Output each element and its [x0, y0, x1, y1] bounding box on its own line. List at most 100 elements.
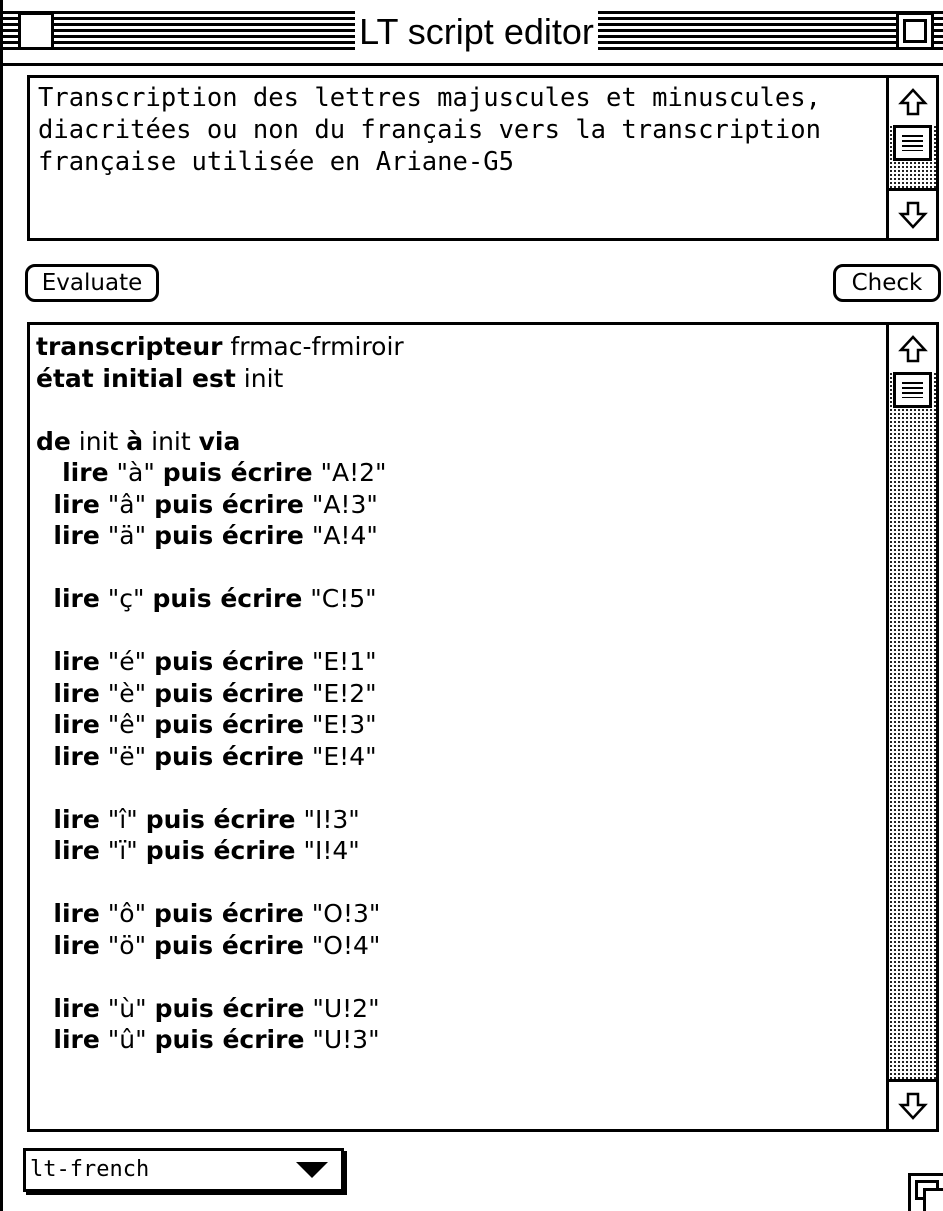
code-keyword: lire — [36, 899, 100, 928]
triangle-down-icon — [296, 1162, 328, 1178]
code-text-segment: "ä" — [99, 521, 155, 550]
scroll-thumb[interactable] — [893, 372, 932, 408]
script-code-area[interactable]: transcripteur frmac-frmiroir état initial… — [27, 322, 939, 1132]
code-text-segment: frmac-frmiroir — [222, 332, 404, 361]
code-line: lire "é" puis écrire "E!1" — [36, 646, 886, 678]
down-arrow-icon — [897, 201, 928, 229]
down-arrow-icon — [897, 1092, 928, 1120]
code-keyword: puis écrire — [154, 1025, 305, 1054]
code-text-segment: "E!4" — [303, 741, 377, 771]
code-text-segment: "ï" — [99, 836, 146, 865]
code-keyword: puis écrire — [145, 804, 296, 834]
up-arrow-icon — [897, 87, 928, 115]
code-keyword: puis écrire — [154, 993, 305, 1023]
code-keyword: lire — [36, 930, 100, 960]
code-line: lire "ù" puis écrire "U!2" — [36, 993, 886, 1025]
code-text-segment: "A!4" — [303, 521, 378, 550]
code-text-segment: "A!3" — [303, 489, 378, 519]
zoom-box-icon[interactable] — [896, 12, 934, 50]
code-keyword: puis écrire — [154, 710, 304, 739]
description-text-area[interactable]: Transcription des lettres majuscules et … — [27, 75, 939, 241]
code-text-segment: "é" — [99, 647, 155, 676]
check-button[interactable]: Check — [833, 264, 941, 302]
code-line: transcripteur frmac-frmiroir — [36, 331, 886, 363]
code-keyword: lire — [36, 458, 109, 487]
code-keyword: lire — [36, 804, 100, 834]
code-text-segment: init — [143, 426, 199, 456]
code-keyword: lire — [36, 584, 100, 613]
code-text-segment: "û" — [99, 1025, 155, 1054]
code-text-segment: "O!4" — [303, 930, 381, 960]
code-text-segment: "E!2" — [303, 678, 377, 708]
code-keyword: puis écrire — [154, 521, 304, 550]
code-keyword: lire — [36, 993, 100, 1023]
code-line: lire "ä" puis écrire "A!4" — [36, 520, 886, 552]
code-text-segment: "O!3" — [303, 899, 381, 928]
code-text-segment: "ù" — [99, 993, 155, 1023]
script-code: transcripteur frmac-frmiroir état initial… — [36, 331, 886, 1056]
code-line: lire "ë" puis écrire "E!4" — [36, 741, 886, 773]
code-keyword: puis écrire — [162, 458, 313, 487]
language-popup-menu[interactable]: lt-french — [23, 1148, 344, 1192]
code-text-segment: "ç" — [99, 584, 153, 613]
scroll-up-button[interactable] — [889, 325, 936, 375]
code-text-segment: "ô" — [99, 899, 155, 928]
code-keyword: lire — [36, 647, 100, 676]
code-text-segment: "ê" — [99, 710, 155, 739]
code-keyword: puis écrire — [154, 678, 304, 708]
description-text: Transcription des lettres majuscules et … — [38, 83, 837, 177]
code-text-segment: "E!3" — [303, 710, 377, 739]
scroll-down-button[interactable] — [889, 1079, 936, 1129]
code-keyword: puis écrire — [154, 741, 304, 771]
scroll-track[interactable] — [889, 372, 936, 1082]
code-text-segment: "ë" — [99, 741, 155, 771]
title-bar[interactable]: LT script editor — [3, 0, 943, 66]
script-editor-window: LT script editor Transcription des lettr… — [0, 0, 943, 1211]
code-line: lire "ï" puis écrire "I!4" — [36, 835, 886, 867]
code-keyword: puis écrire — [154, 930, 304, 960]
window-title: LT script editor — [355, 8, 598, 56]
code-keyword: lire — [36, 678, 100, 708]
code-line: lire "â" puis écrire "A!3" — [36, 489, 886, 521]
scroll-up-button[interactable] — [889, 78, 936, 128]
title-bar-stripes-right — [598, 11, 943, 53]
code-text-segment: "C!5" — [302, 584, 377, 613]
code-keyword: puis écrire — [154, 647, 304, 676]
code-line: lire "ç" puis écrire "C!5" — [36, 583, 886, 615]
code-keyword: via — [198, 426, 241, 456]
code-keyword: lire — [36, 1025, 100, 1054]
code-text-segment: "U!3" — [304, 1025, 380, 1054]
code-text-segment: "ö" — [99, 930, 155, 960]
script-scrollbar[interactable] — [886, 325, 936, 1129]
code-keyword: puis écrire — [154, 899, 304, 928]
code-text-segment: init — [235, 363, 284, 393]
scroll-down-button[interactable] — [889, 188, 936, 238]
code-keyword: de — [36, 426, 71, 456]
code-keyword: à — [126, 426, 144, 456]
size-box-icon[interactable] — [908, 1173, 943, 1211]
code-text-segment: init — [70, 426, 127, 456]
code-line: lire "ö" puis écrire "O!4" — [36, 930, 886, 962]
code-keyword: lire — [36, 741, 100, 771]
code-text-segment: "è" — [99, 678, 155, 708]
evaluate-button[interactable]: Evaluate — [25, 264, 159, 302]
code-text-segment: "â" — [99, 489, 155, 519]
scroll-thumb[interactable] — [893, 125, 932, 161]
code-keyword: puis écrire — [152, 584, 303, 613]
title-bar-stripes-left — [3, 11, 355, 53]
description-scrollbar[interactable] — [886, 78, 936, 238]
code-keyword: état initial est — [36, 363, 236, 393]
code-text-segment: "A!2" — [312, 458, 387, 487]
code-text-segment: "î" — [99, 804, 146, 834]
close-box-icon[interactable] — [18, 12, 54, 50]
code-text-segment: "E!1" — [303, 647, 377, 676]
code-keyword: transcripteur — [36, 332, 223, 361]
code-keyword: puis écrire — [154, 489, 304, 519]
code-keyword: lire — [36, 521, 100, 550]
code-keyword: lire — [36, 710, 100, 739]
